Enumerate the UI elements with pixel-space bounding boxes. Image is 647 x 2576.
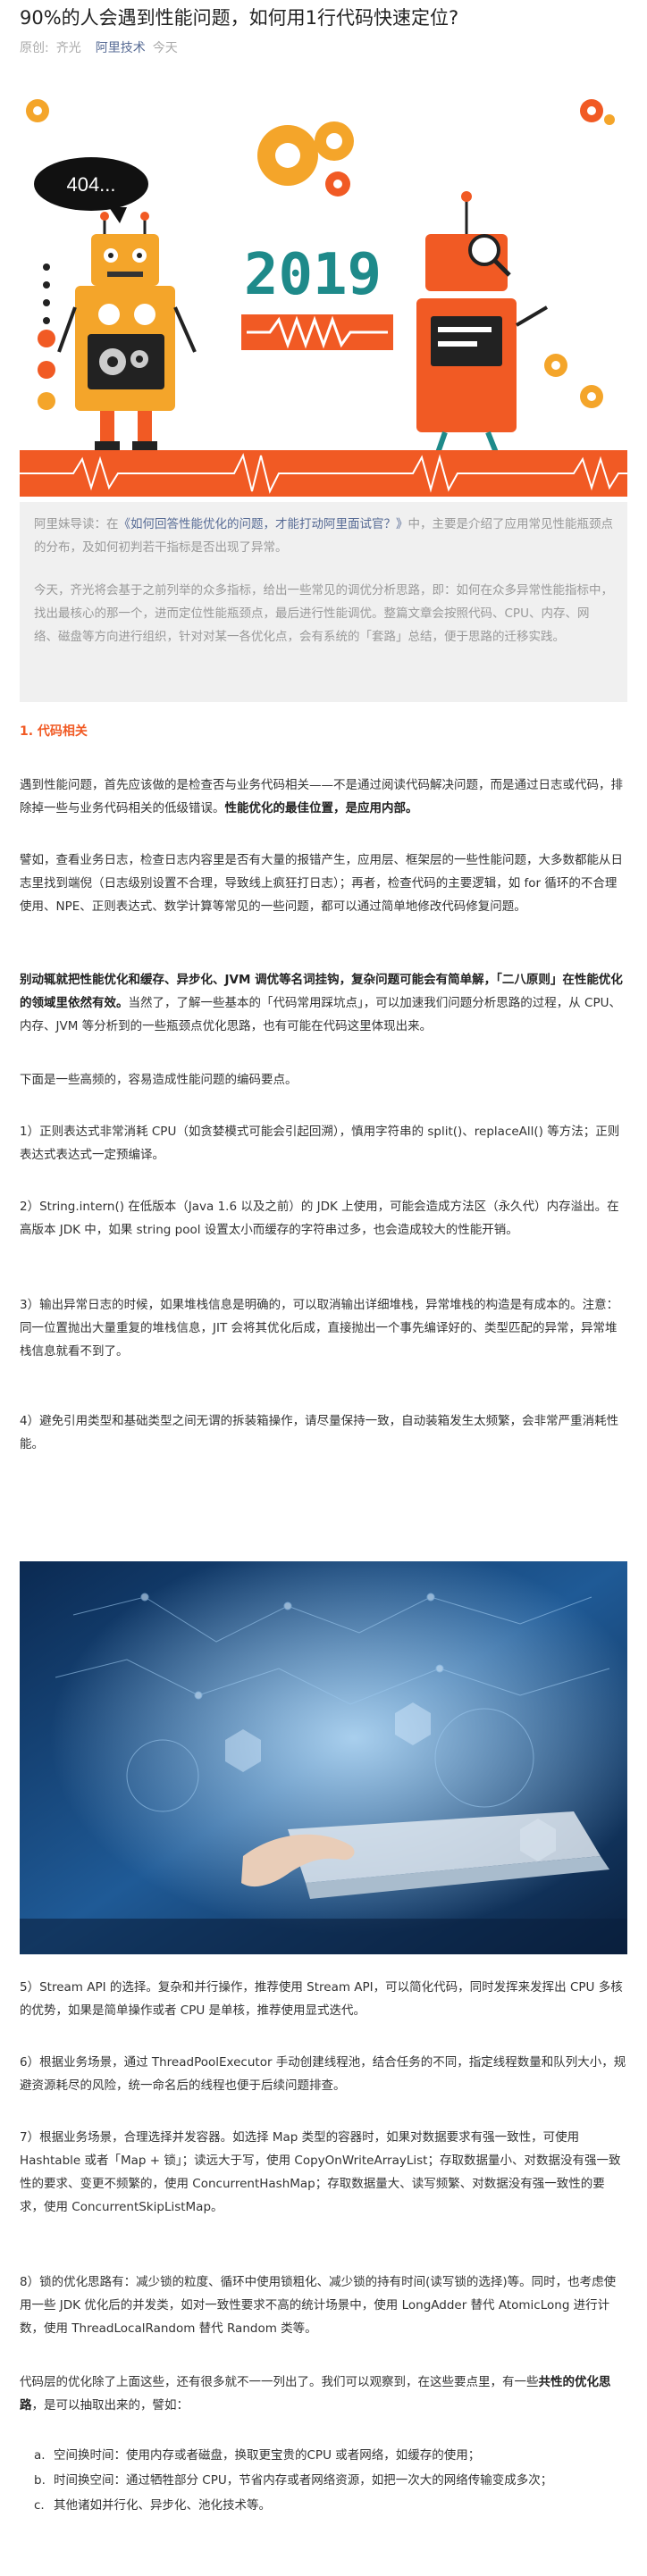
tip-1: 1）正则表达式非常消耗 CPU（如贪婪模式可能会引起回溯），慎用字符串的 spl… <box>20 1125 620 1162</box>
paragraph-3: 别动辄就把性能优化和缓存、异步化、JVM 调优等名词挂钩，复杂问题可能会有简单解… <box>20 968 627 1038</box>
paragraph-1-bold: 性能优化的最佳位置，是应用内部。 <box>224 801 418 815</box>
article-page: 90%的人会遇到性能问题，如何用1行代码快速定位? 原创: 齐光 阿里技术 今天 40… <box>0 0 647 2576</box>
account-link[interactable]: 阿里技术 <box>96 41 146 55</box>
author-name: 齐光 <box>55 41 81 55</box>
tip-6: 6）根据业务场景，通过 ThreadPoolExecutor 手动创建线程池，结… <box>20 2055 626 2093</box>
publish-date: 今天 <box>152 41 178 55</box>
paragraph-5: 代码层的优化除了上面这些，还有很多就不一一列出了。我们可以观察到，在这些要点里，… <box>20 2371 627 2417</box>
bubble-text: 404... <box>66 173 115 196</box>
paragraph-2: 譬如，查看业务日志，检查日志内容里是否有大量的报错产生，应用层、框架层的一些性能… <box>20 853 623 914</box>
intro-prefix: 阿里妹导读：在 <box>34 517 119 531</box>
paragraph-5-tail: ，是可以抽取出来的，譬如： <box>31 2398 189 2413</box>
intro-paragraph-1: 阿里妹导读：在《如何回答性能优化的问题，才能打动阿里面试官？》中，主要是介绍了应… <box>34 513 613 559</box>
tech-photo <box>20 1561 627 1954</box>
article-meta: 原创: 齐光 阿里技术 今天 <box>20 39 185 57</box>
list-item-text: 其他诸如并行化、异步化、池化技术等。 <box>54 2498 271 2513</box>
paragraph-4: 下面是一些高频的，容易造成性能问题的编码要点。 <box>20 1073 298 1087</box>
tip-4: 4）避免引用类型和基础类型之间无谓的拆装箱操作，请尽量保持一致，自动装箱发生太频… <box>20 1414 619 1451</box>
year-text: 2019 <box>244 242 382 308</box>
list-marker: b. <box>34 2473 46 2488</box>
list-item: c. 其他诸如并行化、异步化、池化技术等。 <box>34 2494 624 2517</box>
optimization-list: a. 空间换时间：使用内存或者磁盘，换取更宝贵的CPU 或者网络，如缓存的使用； … <box>34 2444 624 2519</box>
list-item-text: 空间换时间：使用内存或者磁盘，换取更宝贵的CPU 或者网络，如缓存的使用； <box>54 2448 481 2463</box>
paragraph-5-text: 代码层的优化除了上面这些，还有很多就不一一列出了。我们可以观察到，在这些要点里，… <box>20 2375 539 2389</box>
tip-2: 2）String.intern() 在低版本（Java 1.6 以及之前）的 J… <box>20 1200 619 1237</box>
tip-8: 8）锁的优化思路有：减少锁的粒度、循环中使用锁粗化、减少锁的持有时间(读写锁的选… <box>20 2275 617 2336</box>
list-item: b. 时间换空间：通过牺牲部分 CPU，节省内存或者网络资源，如把一次大的网络传输… <box>34 2469 624 2492</box>
list-marker: c. <box>34 2498 45 2513</box>
tip-7: 7）根据业务场景，合理选择并发容器。如选择 Map 类型的容器时，如果对数据要求… <box>20 2130 621 2214</box>
paragraph-1: 遇到性能问题，首先应该做的是检查否与业务代码相关——不是通过阅读代码解决问题，而… <box>20 774 627 820</box>
list-item-text: 时间换空间：通过牺牲部分 CPU，节省内存或者网络资源，如把一次大的网络传输变成… <box>54 2473 553 2488</box>
article-title: 90%的人会遇到性能问题，如何用1行代码快速定位? <box>20 7 459 29</box>
meta-label: 原创: <box>20 41 49 55</box>
hero-illustration: 404... 2019 <box>20 84 627 497</box>
list-marker: a. <box>34 2448 46 2463</box>
intro-paragraph-2: 今天，齐光将会基于之前列举的众多指标，给出一些常见的调优分析思路，即：如何在众多… <box>34 583 613 644</box>
tip-5: 5）Stream API 的选择。复杂和并行操作，推荐使用 Stream API… <box>20 1980 623 2018</box>
tip-3: 3）输出异常日志的时候，如果堆栈信息是明确的，可以取消输出详细堆栈，异常堆栈的构… <box>20 1298 619 1359</box>
related-article-link[interactable]: 《如何回答性能优化的问题，才能打动阿里面试官？》 <box>119 517 408 531</box>
section-heading: 1. 代码相关 <box>20 724 88 739</box>
list-item: a. 空间换时间：使用内存或者磁盘，换取更宝贵的CPU 或者网络，如缓存的使用； <box>34 2444 624 2467</box>
intro-quote: 阿里妹导读：在《如何回答性能优化的问题，才能打动阿里面试官？》中，主要是介绍了应… <box>20 502 627 702</box>
